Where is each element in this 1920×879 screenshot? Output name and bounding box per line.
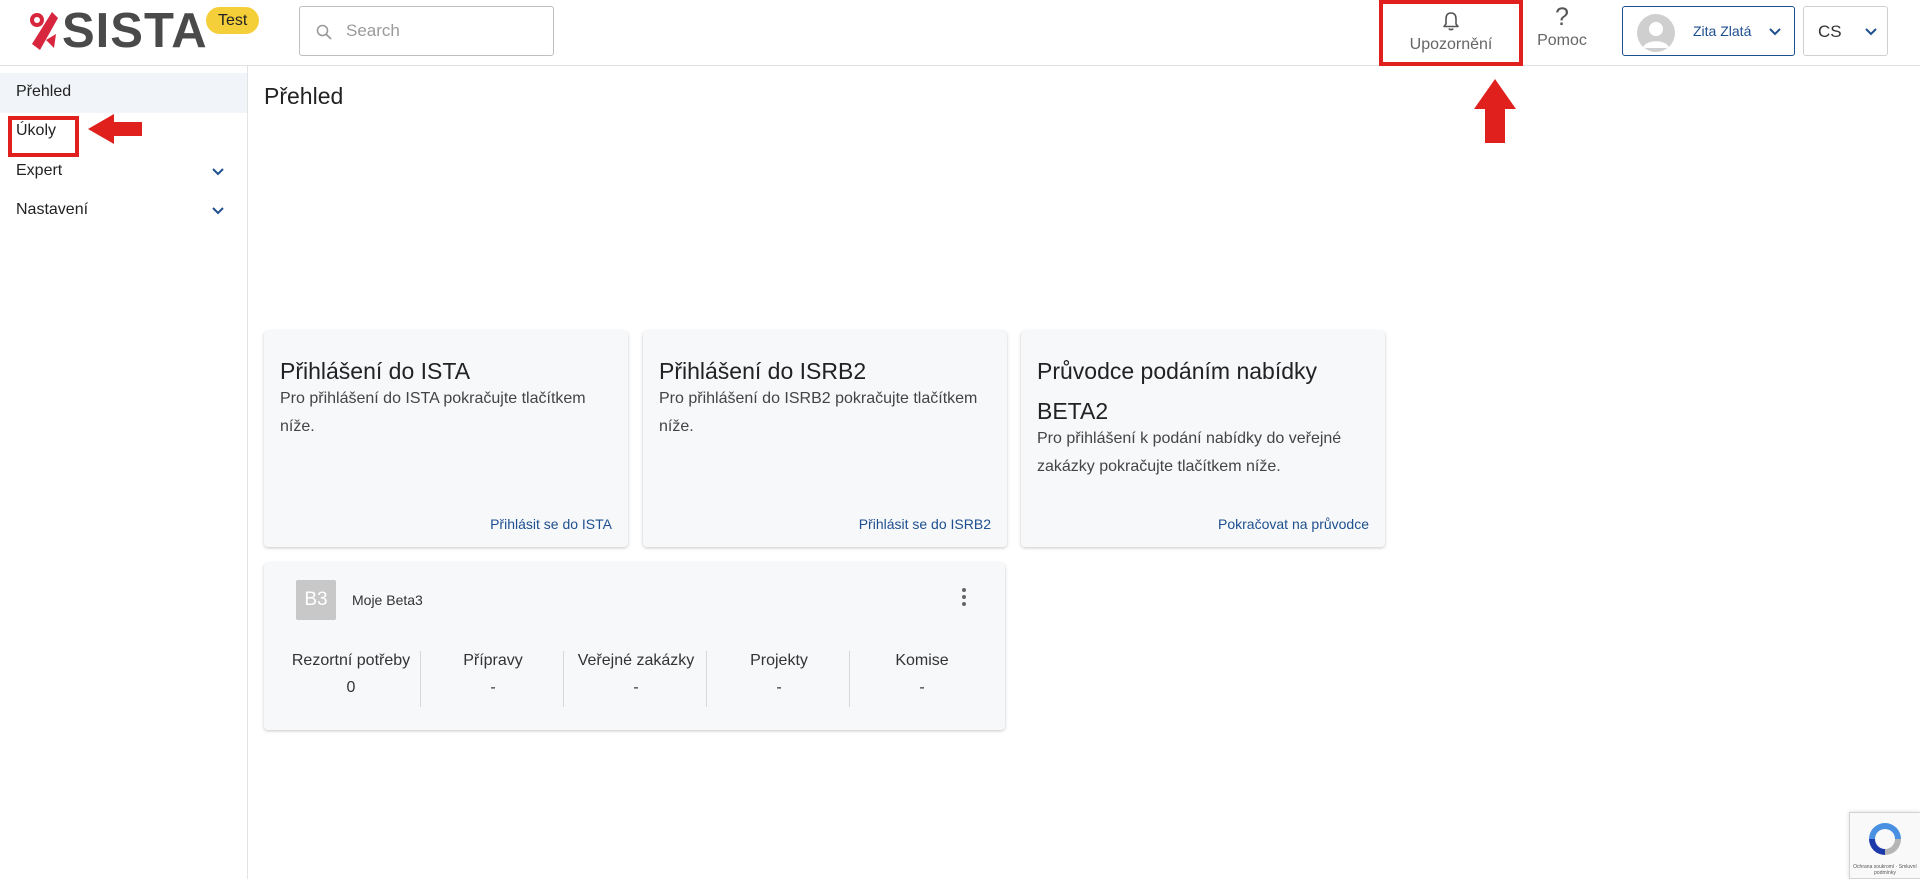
- card-beta2-guide: Průvodce podáním nabídky BETA2 Pro přihl…: [1021, 331, 1385, 547]
- help-label: Pomoc: [1537, 32, 1587, 49]
- chevron-down-icon: [1865, 28, 1877, 36]
- environment-badge: Test: [206, 7, 260, 34]
- sidebar-item-label: Nastavení: [16, 201, 89, 218]
- language-code: CS: [1818, 22, 1842, 41]
- stat-value: -: [633, 679, 639, 696]
- search-input[interactable]: [346, 7, 546, 55]
- card-description: Pro přihlášení do ISTA pokračujte tlačít…: [280, 390, 586, 435]
- sidebar-item-nastaveni[interactable]: Nastavení: [0, 191, 247, 231]
- search-box[interactable]: [299, 6, 554, 56]
- sidebar-item-prehled[interactable]: Přehled: [0, 73, 247, 113]
- logo-text: SISTA: [62, 4, 208, 58]
- beta2-guide-link[interactable]: Pokračovat na průvodce: [1218, 516, 1369, 532]
- chevron-down-icon: [1769, 28, 1781, 36]
- stat-label: Přípravy: [463, 652, 523, 669]
- annotation-arrow-left-icon: [88, 114, 142, 144]
- beta3-card: B3 Moje Beta3 Rezortní potřeby 0 Příprav…: [264, 563, 1005, 730]
- card-description: Pro přihlášení do ISRB2 pokračujte tlačí…: [659, 390, 978, 435]
- notifications-button[interactable]: Upozornění: [1379, 0, 1523, 66]
- more-vert-icon[interactable]: [954, 586, 974, 608]
- card-isrb2-login: Přihlášení do ISRB2 Pro přihlášení do IS…: [643, 331, 1007, 547]
- chevron-down-icon[interactable]: [211, 167, 225, 177]
- notifications-label: Upozornění: [1409, 36, 1493, 53]
- stat-label: Veřejné zakázky: [577, 652, 695, 669]
- user-avatar-icon: [1643, 22, 1669, 48]
- isrb2-login-link[interactable]: Přihlásit se do ISRB2: [859, 516, 991, 532]
- stat-divider: [706, 651, 707, 707]
- help-button[interactable]: ? Pomoc: [1530, 0, 1594, 66]
- stat-value: 0: [346, 679, 356, 696]
- stat-rezortni-potreby[interactable]: Rezortní potřeby 0: [280, 651, 422, 707]
- sidebar-item-label: Přehled: [16, 83, 72, 100]
- stat-divider: [563, 651, 564, 707]
- recaptcha-icon: [1869, 823, 1901, 855]
- language-select[interactable]: CS: [1803, 6, 1888, 56]
- card-description: Pro přihlášení k podání nabídky do veřej…: [1037, 430, 1342, 475]
- card-ista-login: Přihlášení do ISTA Pro přihlášení do IST…: [264, 331, 628, 547]
- stat-divider: [849, 651, 850, 707]
- sidebar: Přehled Úkoly Expert Nastavení: [0, 66, 248, 879]
- annotation-arrow-up-icon: [1474, 79, 1516, 143]
- user-name: Zita Zlatá: [1693, 23, 1752, 39]
- beta3-name: Moje Beta3: [352, 592, 423, 608]
- help-icon: ?: [1555, 3, 1569, 31]
- stat-value: -: [490, 679, 496, 696]
- logo-mark-icon: [30, 12, 58, 50]
- stat-label: Rezortní potřeby: [291, 652, 411, 669]
- recaptcha-badge[interactable]: Ochrana soukromí · Smluvní podmínky: [1849, 812, 1920, 879]
- annotation-highlight-box: [8, 116, 79, 157]
- avatar: [1637, 14, 1675, 52]
- stat-value: -: [919, 679, 925, 696]
- recaptcha-text[interactable]: Ochrana soukromí · Smluvní podmínky: [1852, 864, 1918, 876]
- stat-label: Projekty: [750, 652, 808, 669]
- stat-verejne-zakazky[interactable]: Veřejné zakázky -: [565, 651, 707, 707]
- beta3-badge: B3: [296, 580, 336, 620]
- sidebar-item-label: Expert: [16, 162, 63, 179]
- user-menu-button[interactable]: Zita Zlatá: [1622, 6, 1795, 56]
- card-title: Průvodce podáním nabídky BETA2: [1037, 358, 1318, 424]
- ista-login-link[interactable]: Přihlásit se do ISTA: [490, 516, 612, 532]
- stat-divider: [420, 651, 421, 707]
- stat-value: -: [776, 679, 782, 696]
- stat-projekty[interactable]: Projekty -: [708, 651, 850, 707]
- stat-label: Komise: [895, 652, 949, 669]
- bell-icon: [1443, 12, 1459, 31]
- search-icon: [316, 24, 332, 40]
- page-title: Přehled: [264, 83, 344, 109]
- chevron-down-icon[interactable]: [211, 206, 225, 216]
- app-logo[interactable]: SISTA: [28, 4, 208, 58]
- stat-komise[interactable]: Komise -: [851, 651, 993, 707]
- app-header: SISTA Test Upozornění ? Pomoc Zita Zlatá: [0, 0, 1920, 66]
- stat-pripravy[interactable]: Přípravy -: [422, 651, 564, 707]
- sidebar-item-expert[interactable]: Expert: [0, 152, 247, 192]
